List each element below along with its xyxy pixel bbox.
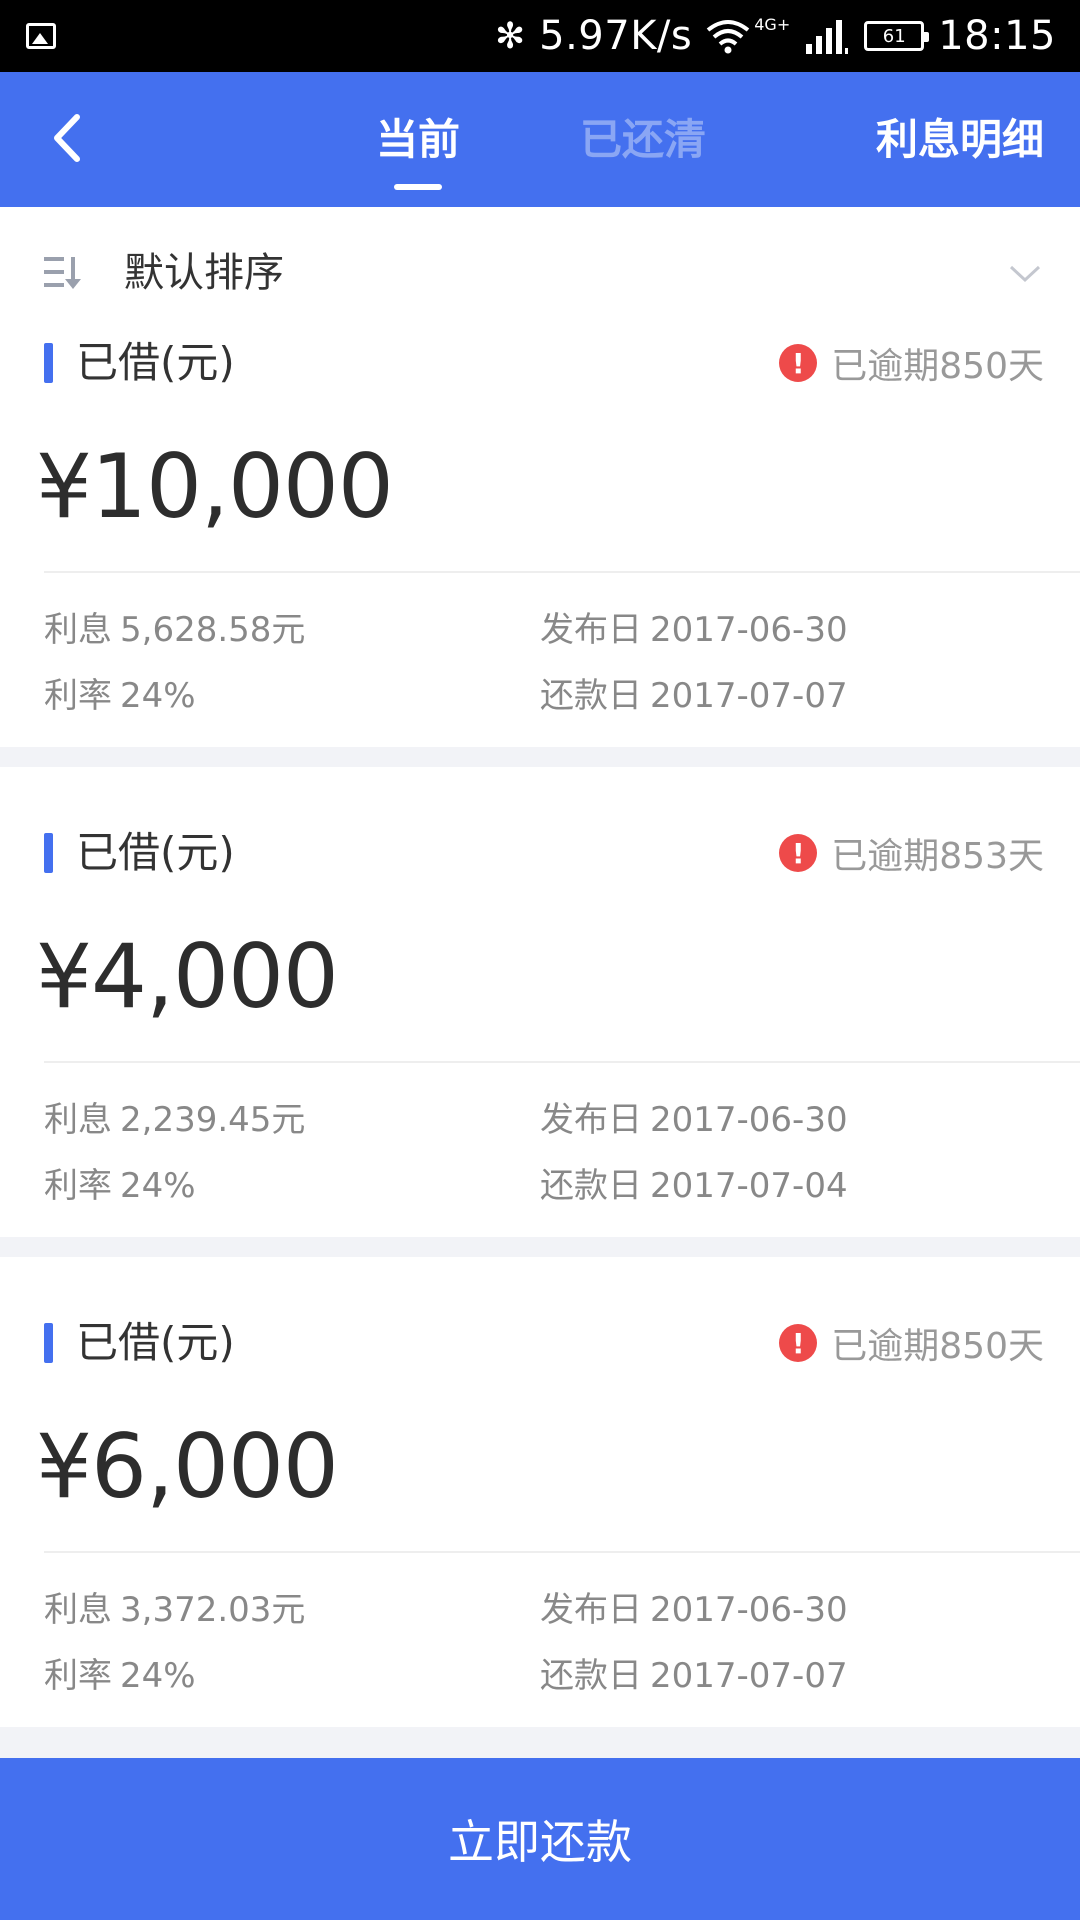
interest-info: 利息 5,628.58元 <box>44 605 305 655</box>
loan-amount: ¥10,000 <box>36 435 394 538</box>
alert-icon: ! <box>779 834 818 872</box>
rate-info: 利率 24% <box>44 1651 196 1701</box>
loan-amount: ¥6,000 <box>36 1415 339 1518</box>
interest-label: 利息 <box>44 610 112 650</box>
gallery-icon <box>26 23 56 49</box>
repay-date: 2017-07-07 <box>650 1656 848 1696</box>
accent-bar <box>44 833 53 873</box>
rate-label: 利率 <box>44 1166 112 1206</box>
borrowed-label: 已借(元) <box>76 338 235 387</box>
borrowed-label: 已借(元) <box>76 1318 235 1367</box>
divider <box>44 1061 1080 1063</box>
repay-date-info: 还款日 2017-07-07 <box>540 671 848 721</box>
publish-date: 2017-06-30 <box>650 610 848 650</box>
interest-info: 利息 3,372.03元 <box>44 1585 305 1635</box>
tab-current[interactable]: 当前 <box>376 100 460 190</box>
interest-label: 利息 <box>44 1100 112 1140</box>
rate-value: 24% <box>120 1656 196 1696</box>
card-header: 已借(元) ! 已逾期853天 <box>0 823 1080 883</box>
rate-value: 24% <box>120 676 196 716</box>
card-header: 已借(元) ! 已逾期850天 <box>0 1313 1080 1373</box>
loan-card[interactable]: 已借(元) ! 已逾期850天 ¥6,000 利息 3,372.03元 利率 24%… <box>0 1257 1080 1727</box>
interest-value: 3,372.03元 <box>120 1590 306 1630</box>
repay-date-info: 还款日 2017-07-04 <box>540 1161 848 1211</box>
loan-card[interactable]: 已借(元) ! 已逾期850天 ¥10,000 利息 5,628.58元 利率 24… <box>0 327 1080 747</box>
rate-label: 利率 <box>44 676 112 716</box>
sort-icon <box>44 257 81 289</box>
alert-icon: ! <box>779 344 818 382</box>
accent-bar <box>44 343 53 383</box>
overdue-text: 已逾期853天 <box>831 836 1044 877</box>
loan-list: 已借(元) ! 已逾期850天 ¥10,000 利息 5,628.58元 利率 24… <box>0 327 1080 1747</box>
repay-now-button[interactable]: 立即还款 <box>0 1758 1080 1920</box>
alert-icon: ! <box>779 1324 818 1362</box>
clock: 18:15 <box>938 13 1056 59</box>
rate-info: 利率 24% <box>44 671 196 721</box>
accent-bar <box>44 1323 53 1363</box>
card-header: 已借(元) ! 已逾期850天 <box>0 333 1080 393</box>
interest-detail-link[interactable]: 利息明细 <box>876 100 1044 180</box>
rate-label: 利率 <box>44 1656 112 1696</box>
publish-date-info: 发布日 2017-06-30 <box>540 1585 848 1635</box>
rate-info: 利率 24% <box>44 1161 196 1211</box>
network-type: 4G+ <box>754 14 791 34</box>
rate-value: 24% <box>120 1166 196 1206</box>
signal-icon <box>806 20 849 54</box>
sort-label: 默认排序 <box>124 250 284 296</box>
interest-info: 利息 2,239.45元 <box>44 1095 305 1145</box>
chevron-down-icon <box>1009 265 1041 283</box>
header-bar: 当前 已还清 利息明细 <box>0 72 1080 207</box>
publish-date: 2017-06-30 <box>650 1100 848 1140</box>
status-right: ✻ 5.97K/s 4G+ 61 18:15 <box>495 13 1056 59</box>
overdue-text: 已逾期850天 <box>831 1326 1044 1367</box>
repay-date-info: 还款日 2017-07-07 <box>540 1651 848 1701</box>
publish-label: 发布日 <box>540 1100 642 1140</box>
battery-level: 61 <box>882 25 906 47</box>
publish-date-info: 发布日 2017-06-30 <box>540 1095 848 1145</box>
loan-card[interactable]: 已借(元) ! 已逾期853天 ¥4,000 利息 2,239.45元 利率 24%… <box>0 767 1080 1237</box>
interest-value: 5,628.58元 <box>120 610 306 650</box>
divider <box>44 1551 1080 1553</box>
repay-date: 2017-07-04 <box>650 1166 848 1206</box>
wifi-icon <box>706 20 750 54</box>
sort-dropdown[interactable]: 默认排序 <box>0 207 1080 327</box>
divider <box>44 571 1080 573</box>
overdue-status: ! 已逾期853天 <box>779 823 1044 883</box>
repay-label: 还款日 <box>540 1656 642 1696</box>
publish-label: 发布日 <box>540 610 642 650</box>
loan-amount: ¥4,000 <box>36 925 339 1028</box>
overdue-text: 已逾期850天 <box>831 346 1044 387</box>
back-button[interactable] <box>36 102 96 174</box>
borrowed-label: 已借(元) <box>76 828 235 877</box>
interest-label: 利息 <box>44 1590 112 1630</box>
back-arrow-icon <box>54 114 80 162</box>
publish-date-info: 发布日 2017-06-30 <box>540 605 848 655</box>
overdue-status: ! 已逾期850天 <box>779 1313 1044 1373</box>
status-left <box>26 23 495 49</box>
bluetooth-icon: ✻ <box>494 15 526 57</box>
repay-date: 2017-07-07 <box>650 676 848 716</box>
tab-repaid[interactable]: 已还清 <box>580 100 706 180</box>
battery-icon: 61 <box>864 21 930 51</box>
status-bar: ✻ 5.97K/s 4G+ 61 18:15 <box>0 0 1080 72</box>
publish-date: 2017-06-30 <box>650 1590 848 1630</box>
network-speed: 5.97K/s <box>539 13 693 59</box>
repay-label: 还款日 <box>540 676 642 716</box>
interest-value: 2,239.45元 <box>120 1100 306 1140</box>
overdue-status: ! 已逾期850天 <box>779 333 1044 393</box>
repay-label: 还款日 <box>540 1166 642 1206</box>
publish-label: 发布日 <box>540 1590 642 1630</box>
